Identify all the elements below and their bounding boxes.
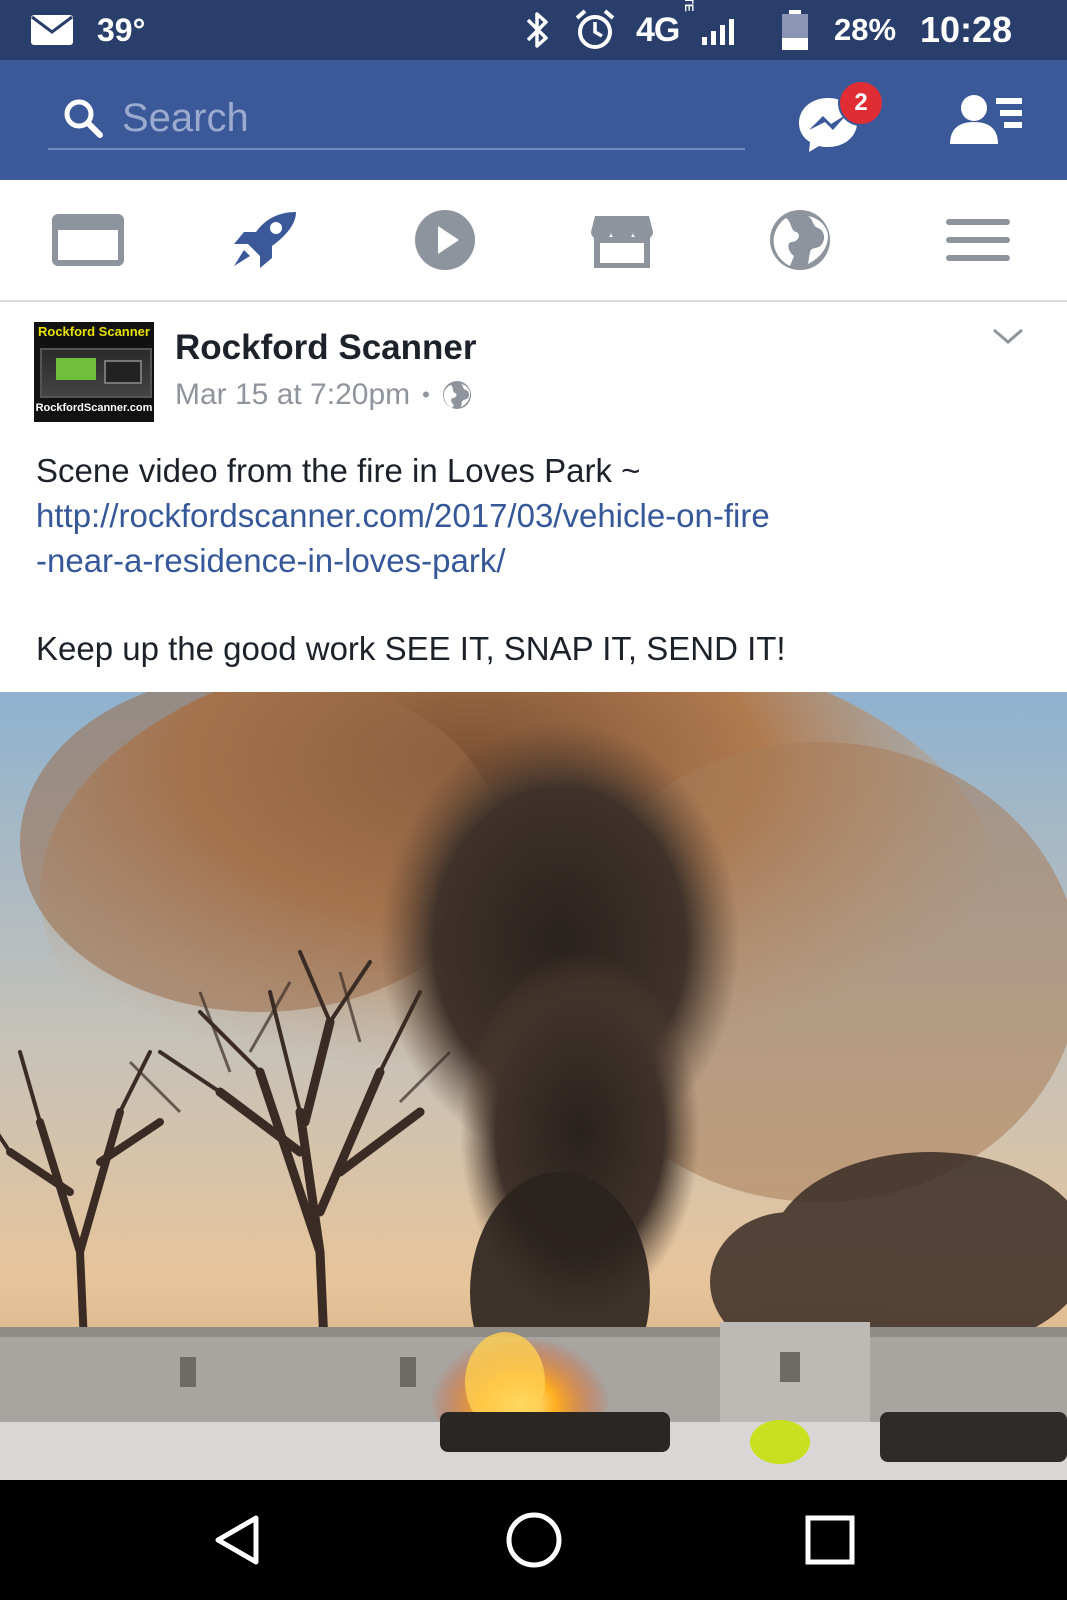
post-link-line-2[interactable]: -near-a-residence-in-loves-park/ (36, 538, 1036, 583)
back-icon (215, 1515, 259, 1565)
app-header: Search 2 (0, 60, 1067, 180)
page-name[interactable]: Rockford Scanner (175, 328, 476, 368)
tab-bar (0, 180, 1067, 302)
chevron-down-icon (993, 328, 1023, 344)
post-meta: Mar 15 at 7:20pm • (175, 378, 472, 412)
search-icon (62, 97, 104, 139)
avatar[interactable]: Rockford Scanner RockfordScanner.com (34, 322, 154, 422)
recents-button[interactable] (770, 1480, 890, 1600)
messenger-badge: 2 (838, 80, 884, 126)
avatar-logo-top: Rockford Scanner (38, 324, 150, 339)
mail-icon (30, 0, 74, 60)
post-video[interactable] (0, 692, 1067, 1480)
network-sub: LTE (682, 0, 696, 12)
tab-video[interactable] (385, 180, 505, 300)
post-timestamp[interactable]: Mar 15 at 7:20pm (175, 378, 410, 412)
home-icon (506, 1512, 562, 1568)
tab-menu[interactable] (918, 180, 1038, 300)
home-button[interactable] (474, 1480, 594, 1600)
video-icon (415, 210, 475, 270)
friend-requests-icon (950, 95, 1022, 144)
avatar-logo-bottom: RockfordScanner.com (35, 402, 153, 414)
status-bar: 39° 4G LTE 28% 10:28 (0, 0, 1067, 60)
post-header: Rockford Scanner RockfordScanner.com Roc… (0, 302, 1067, 432)
meta-separator: • (422, 382, 430, 407)
fire-video-still (0, 692, 1067, 1480)
rocket-icon (234, 212, 296, 268)
signal-icon (700, 0, 742, 60)
clock: 10:28 (920, 9, 1013, 50)
tab-explore[interactable] (205, 180, 325, 300)
network-type: 4G (636, 10, 680, 49)
menu-icon (946, 219, 1010, 261)
battery-percent: 28% (834, 12, 897, 47)
globe-icon (770, 210, 830, 270)
battery-icon (780, 0, 810, 60)
temperature: 39° (97, 11, 146, 48)
recents-icon (805, 1515, 855, 1565)
post-text: Scene video from the fire in Loves Park … (36, 448, 1036, 671)
tab-news-feed[interactable] (28, 180, 148, 300)
navigation-bar (0, 1480, 1067, 1600)
search-input[interactable]: Search (122, 96, 249, 141)
post-text-line-1: Scene video from the fire in Loves Park … (36, 452, 641, 489)
search-bar[interactable]: Search (48, 88, 745, 150)
post-link-line-1[interactable]: http://rockfordscanner.com/2017/03/vehic… (36, 493, 1036, 538)
post-text-line-2: Keep up the good work SEE IT, SNAP IT, S… (36, 630, 786, 667)
public-globe-icon (442, 381, 471, 409)
avatar-scanner-graphic (40, 348, 152, 398)
friend-requests-button[interactable] (950, 92, 1024, 148)
bluetooth-icon (522, 0, 552, 60)
back-button[interactable] (178, 1480, 298, 1600)
tab-notifications[interactable] (740, 180, 860, 300)
marketplace-icon (591, 216, 653, 268)
alarm-icon (573, 0, 617, 60)
news-feed-icon (52, 214, 124, 266)
tab-marketplace[interactable] (562, 180, 682, 300)
post-options-button[interactable] (990, 324, 1026, 348)
